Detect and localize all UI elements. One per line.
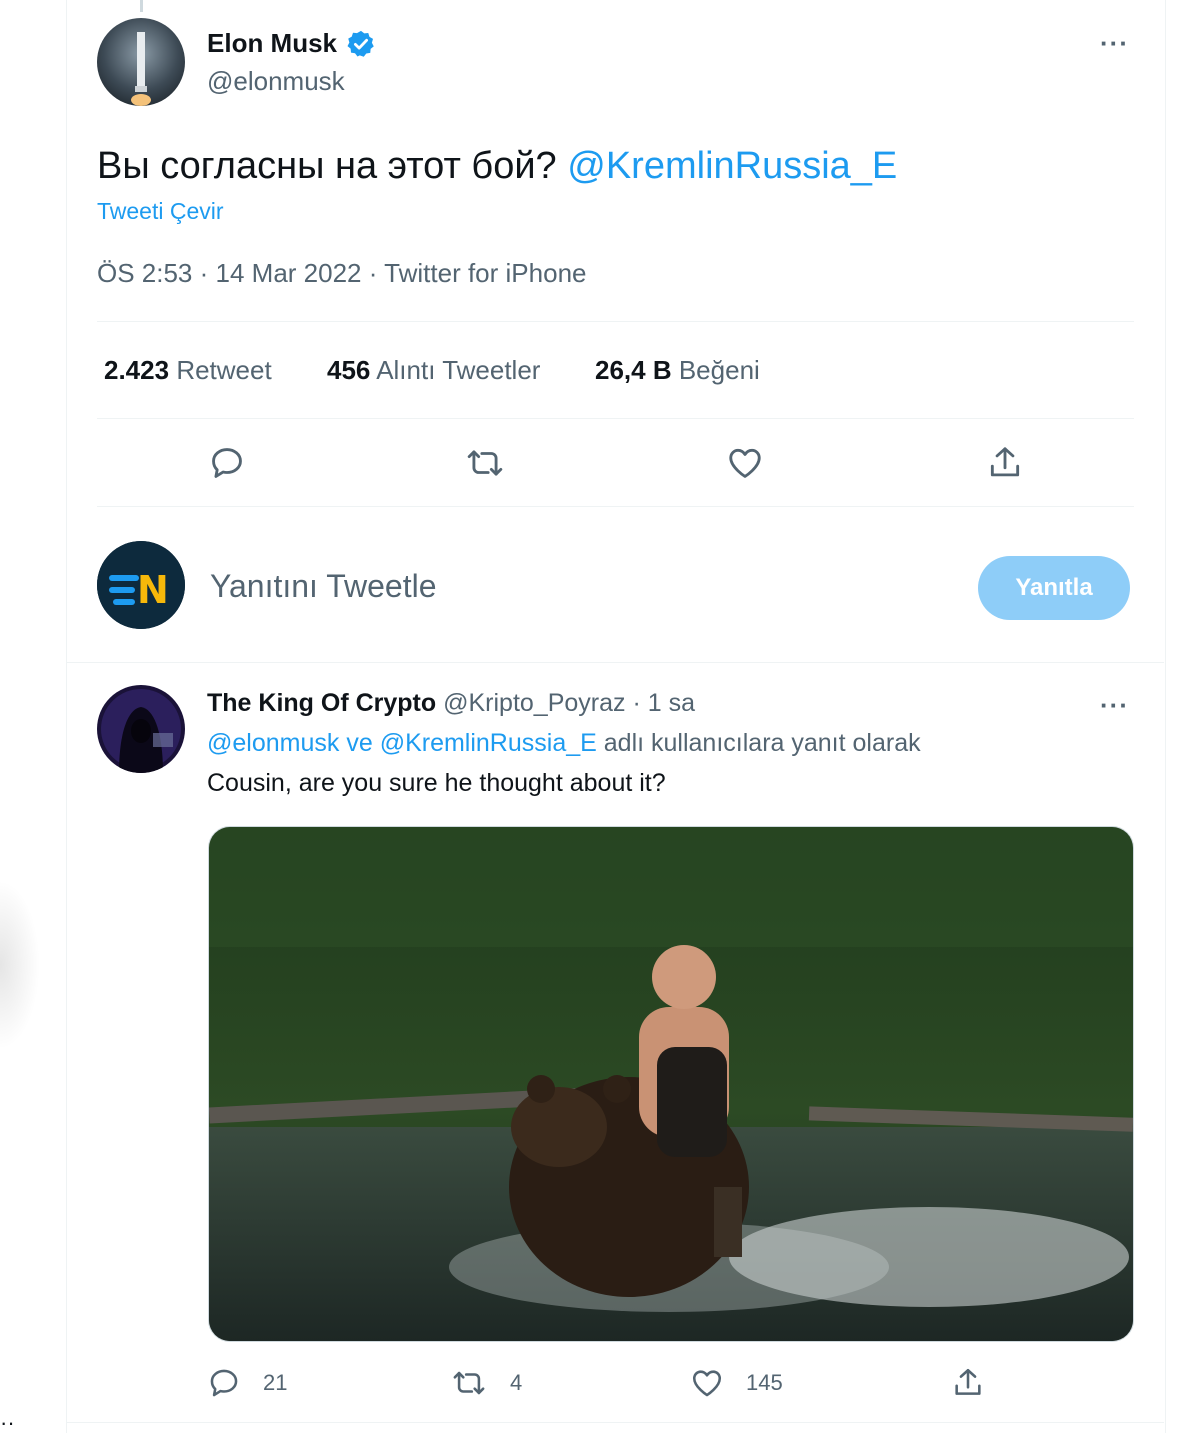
- divider: [66, 662, 1164, 663]
- reply-like-count: 145: [746, 1370, 783, 1395]
- left-edge-dots: ··: [0, 1410, 15, 1435]
- tweet-date[interactable]: 14 Mar 2022: [216, 258, 362, 288]
- reply-retweet-icon[interactable]: [449, 1364, 489, 1402]
- reply-retweet-count: 4: [510, 1370, 523, 1395]
- share-icon[interactable]: [984, 442, 1026, 484]
- current-user-avatar[interactable]: N: [97, 541, 185, 629]
- mention-link[interactable]: @KremlinRussia_E: [567, 145, 897, 187]
- meta-separator: ·: [199, 258, 216, 288]
- divider: [97, 506, 1134, 507]
- like-label: Beğeni: [678, 355, 760, 385]
- retweet-stat[interactable]: 2.423 Retweet: [104, 355, 272, 386]
- quote-count: 456: [327, 355, 371, 385]
- reply-icon[interactable]: [206, 442, 248, 484]
- tweet-time[interactable]: ÖS 2:53: [97, 258, 192, 288]
- reply-text: Cousin, are you sure he thought about it…: [207, 769, 666, 797]
- replying-to-user2[interactable]: @KremlinRussia_E: [380, 729, 597, 757]
- retweet-count: 2.423: [104, 355, 170, 385]
- reply-header: The King Of Crypto @Kripto_Poyraz · 1 sa: [207, 689, 695, 718]
- replying-to-line: @elonmusk ve @KremlinRussia_E adlı kulla…: [207, 729, 921, 758]
- reply-author-name[interactable]: The King Of Crypto: [207, 689, 436, 717]
- author-handle[interactable]: @elonmusk: [207, 66, 345, 97]
- avatar-letter: N: [137, 568, 169, 612]
- reply-time[interactable]: 1 sa: [648, 689, 695, 717]
- tweet-text: Вы согласны на этот бой?: [97, 145, 557, 187]
- reply-author-handle[interactable]: @Kripto_Poyraz: [443, 689, 625, 717]
- reply-like-icon[interactable]: [688, 1364, 726, 1402]
- like-icon[interactable]: [724, 442, 766, 484]
- reply-media-image[interactable]: [208, 826, 1134, 1342]
- page-edge-shadow: [0, 880, 40, 1050]
- reply-reply-icon[interactable]: [205, 1364, 243, 1402]
- like-count: 26,4 B: [595, 355, 672, 385]
- divider: [97, 418, 1134, 419]
- retweet-icon[interactable]: [464, 442, 506, 484]
- divider: [66, 1422, 1164, 1423]
- divider: [97, 321, 1134, 322]
- reply-more-options-icon[interactable]: ···: [1100, 690, 1129, 721]
- tweet-source[interactable]: Twitter for iPhone: [384, 258, 586, 288]
- reply-author-avatar[interactable]: [97, 685, 185, 773]
- meta-separator: ·: [368, 258, 385, 288]
- more-options-icon[interactable]: ···: [1100, 28, 1129, 59]
- quote-stat[interactable]: 456 Alıntı Tweetler: [327, 355, 540, 386]
- retweet-label: Retweet: [176, 355, 272, 385]
- tweet-text-line: Вы согласны на этот бой? @KremlinRussia_…: [97, 144, 897, 188]
- compose-input[interactable]: Yanıtını Tweetle: [210, 568, 437, 605]
- replying-to-joiner: ve: [346, 729, 373, 757]
- reply-separator: ·: [632, 689, 641, 717]
- verified-badge-icon: [346, 29, 376, 59]
- replying-to-user1[interactable]: @elonmusk: [207, 729, 339, 757]
- author-name[interactable]: Elon Musk: [207, 28, 337, 59]
- elon-avatar[interactable]: [97, 18, 185, 106]
- translate-tweet-link[interactable]: Tweeti Çevir: [97, 198, 224, 225]
- reply-submit-button[interactable]: Yanıtla: [978, 556, 1130, 620]
- reply-share-icon[interactable]: [949, 1364, 987, 1402]
- quote-label: Alıntı Tweetler: [376, 355, 541, 385]
- replying-to-suffix: adlı kullanıcılara yanıt olarak: [603, 729, 921, 757]
- thread-line: [140, 0, 143, 12]
- tweet-meta: ÖS 2:53 · 14 Mar 2022 · Twitter for iPho…: [97, 258, 586, 289]
- like-stat[interactable]: 26,4 B Beğeni: [595, 355, 760, 386]
- reply-reply-count: 21: [263, 1370, 288, 1395]
